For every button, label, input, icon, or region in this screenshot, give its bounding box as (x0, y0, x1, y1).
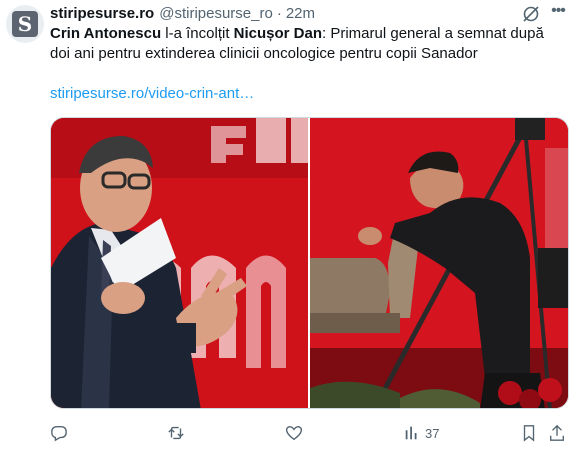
separator: · (276, 4, 282, 22)
photo-nicusor[interactable] (310, 118, 568, 408)
mention-crin: Crin Antonescu (50, 25, 162, 42)
more-icon[interactable]: ••• (548, 2, 568, 22)
bookmark-icon (523, 425, 535, 442)
text-segment: l-a încolțit (161, 25, 234, 42)
grok-icon[interactable] (521, 4, 541, 24)
mention-nicusor: Nicușor Dan (233, 25, 323, 42)
display-name[interactable]: stiripesurse.ro (50, 5, 154, 22)
views-button[interactable]: 37 (403, 423, 439, 443)
views-count: 37 (425, 425, 440, 441)
bookmark-button[interactable] (520, 423, 538, 443)
retweet-icon (168, 426, 184, 440)
timestamp[interactable]: 22m (286, 5, 315, 22)
avatar[interactable]: S (6, 5, 44, 43)
views-icon (405, 426, 417, 440)
avatar-logo: S (12, 11, 38, 37)
media-grid[interactable] (50, 117, 569, 409)
tweet-header: stiripesurse.ro @stiripesurse_ro · 22m (50, 3, 315, 23)
photo-antonescu-image (51, 118, 308, 408)
tweet-text: Crin Antonescu l-a încolțit Nicușor Dan:… (50, 24, 565, 64)
photo-nicusor-image (310, 118, 568, 408)
like-icon (285, 426, 303, 441)
share-icon (550, 424, 564, 441)
share-button[interactable] (548, 423, 566, 443)
handle[interactable]: @stiripesurse_ro (159, 5, 273, 22)
reply-icon (51, 426, 67, 442)
retweet-button[interactable] (167, 423, 185, 443)
action-bar: 37 (50, 423, 570, 443)
article-link[interactable]: stiripesurse.ro/video-crin-ant… (50, 85, 254, 102)
like-button[interactable] (285, 423, 303, 443)
reply-button[interactable] (50, 423, 68, 443)
photo-antonescu[interactable] (51, 118, 308, 408)
